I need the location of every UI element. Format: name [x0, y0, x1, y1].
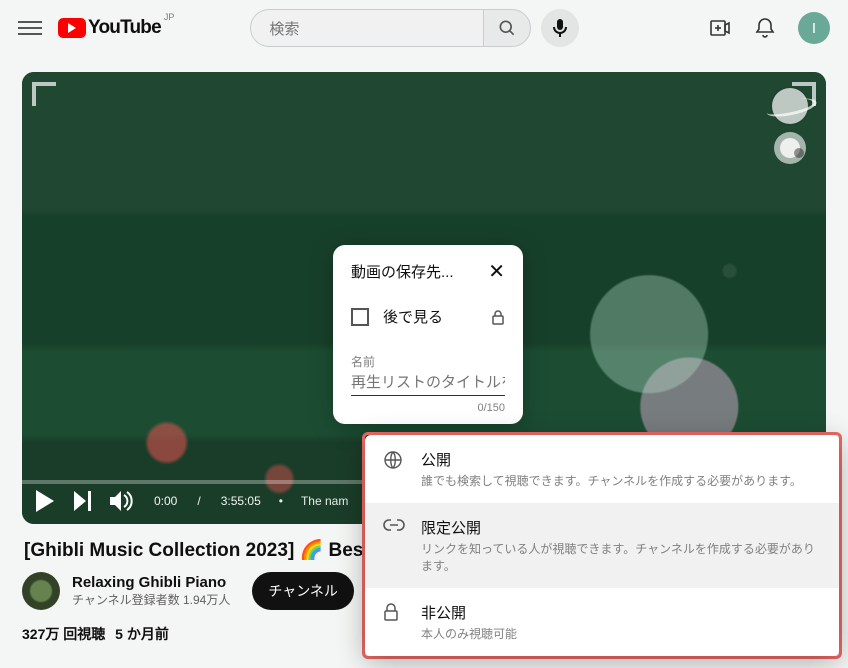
- char-counter: 0/150: [351, 402, 505, 414]
- player-overlay-title: The nam: [301, 494, 348, 508]
- menu-icon[interactable]: [18, 16, 42, 40]
- youtube-play-icon: [58, 18, 86, 38]
- youtube-wordmark: YouTube: [88, 17, 161, 39]
- ambient-mode-icon: [772, 88, 808, 124]
- link-icon: [383, 518, 405, 532]
- dialog-title: 動画の保存先...: [351, 261, 454, 282]
- autoplay-icon: [774, 132, 806, 164]
- frame-corner-icon: [32, 82, 56, 106]
- subscribe-button[interactable]: チャンネル: [252, 572, 354, 610]
- field-label: 名前: [351, 353, 505, 370]
- next-button[interactable]: [72, 489, 96, 513]
- playlist-row-watchlater[interactable]: 後で見る: [351, 306, 505, 327]
- play-button[interactable]: [34, 489, 58, 513]
- separator: •: [279, 494, 283, 508]
- create-icon: [708, 16, 732, 40]
- option-title: 限定公開: [421, 517, 821, 538]
- volume-button[interactable]: [110, 489, 134, 513]
- save-to-dialog: 動画の保存先... ✕ 後で見る 名前 0/150: [333, 245, 523, 424]
- privacy-option-unlisted[interactable]: 限定公開 リンクを知っている人が視聴できます。チャンネルを作成する必要があります…: [365, 503, 839, 588]
- create-button[interactable]: [708, 16, 732, 40]
- option-title: 非公開: [421, 602, 517, 623]
- lock-icon: [383, 603, 405, 621]
- time-total: 3:55:05: [221, 494, 261, 508]
- notifications-button[interactable]: [754, 16, 776, 40]
- lock-icon: [491, 309, 505, 325]
- search-button[interactable]: [483, 9, 531, 47]
- search-input[interactable]: 検索: [250, 9, 483, 47]
- close-button[interactable]: ✕: [488, 262, 505, 282]
- time-sep: /: [197, 494, 200, 508]
- checkbox[interactable]: [351, 308, 369, 326]
- option-subtitle: リンクを知っている人が視聴できます。チャンネルを作成する必要があります。: [421, 540, 821, 574]
- country-code: JP: [164, 12, 175, 22]
- playlist-title-input[interactable]: [351, 370, 505, 396]
- youtube-logo[interactable]: YouTube JP: [58, 17, 174, 39]
- channel-subscribers: チャンネル登録者数 1.94万人: [72, 593, 230, 608]
- bell-icon: [754, 16, 776, 40]
- privacy-highlight: 公開 誰でも検索して視聴できます。チャンネルを作成する必要があります。 限定公開…: [362, 432, 842, 659]
- option-subtitle: 誰でも検索して視聴できます。チャンネルを作成する必要があります。: [421, 472, 802, 489]
- video-age: 5 か月前: [115, 626, 169, 642]
- privacy-menu: 公開 誰でも検索して視聴できます。チャンネルを作成する必要があります。 限定公開…: [365, 435, 839, 656]
- channel-avatar[interactable]: [22, 572, 60, 610]
- channel-name[interactable]: Relaxing Ghibli Piano: [72, 574, 230, 593]
- privacy-option-public[interactable]: 公開 誰でも検索して視聴できます。チャンネルを作成する必要があります。: [365, 435, 839, 503]
- option-title: 公開: [421, 449, 802, 470]
- privacy-option-private[interactable]: 非公開 本人のみ視聴可能: [365, 588, 839, 656]
- playlist-label: 後で見る: [383, 306, 477, 327]
- time-current: 0:00: [154, 494, 177, 508]
- globe-icon: [383, 450, 405, 470]
- view-count: 327万 回視聴: [22, 626, 105, 642]
- option-subtitle: 本人のみ視聴可能: [421, 625, 517, 642]
- search-icon: [497, 18, 517, 38]
- mic-icon: [552, 18, 568, 38]
- avatar[interactable]: I: [798, 12, 830, 44]
- voice-search-button[interactable]: [541, 9, 579, 47]
